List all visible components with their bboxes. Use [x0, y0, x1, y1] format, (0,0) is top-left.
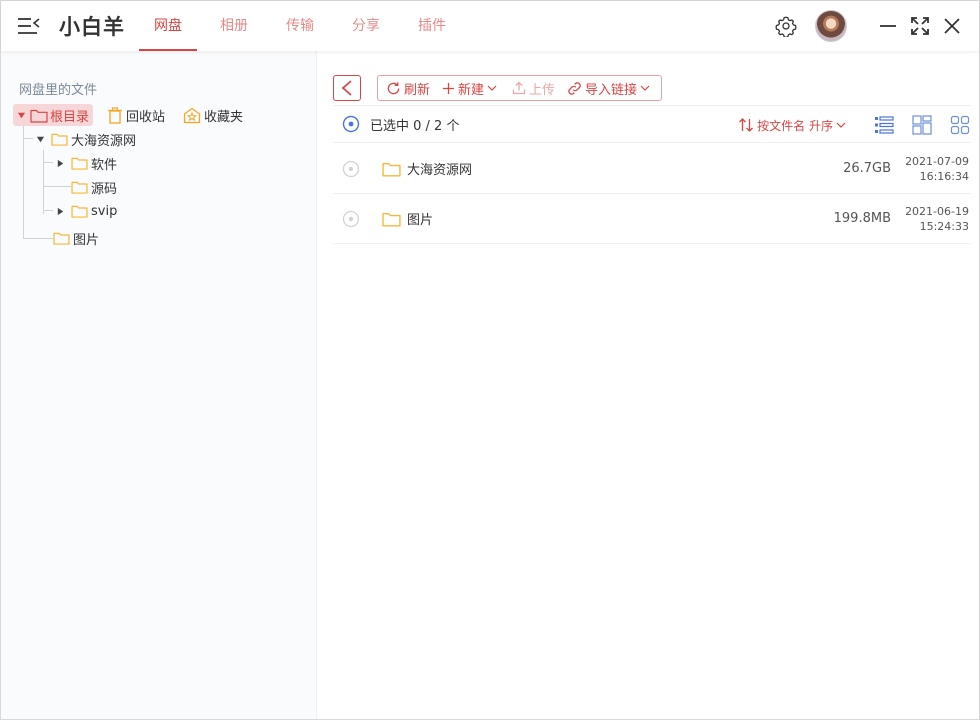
caret-right-icon[interactable]: [55, 206, 65, 216]
main-tabs: 网盘 相册 传输 分享 插件: [139, 1, 469, 51]
tree-node-label: 图片: [73, 232, 100, 248]
sort-label: 按文件名 升序: [757, 118, 833, 133]
plus-icon: [442, 82, 455, 94]
table-row[interactable]: 图片 199.8MB 2021-06-19 15:24:33: [333, 194, 971, 244]
tab-album[interactable]: 相册: [205, 1, 263, 51]
file-modified: 2021-07-09 16:16:34: [905, 154, 969, 184]
gear-icon[interactable]: [773, 13, 799, 39]
chevron-down-icon: [836, 122, 846, 128]
upload-icon: [512, 81, 526, 95]
tree-guide-line: [43, 162, 53, 163]
refresh-button[interactable]: 刷新: [382, 79, 434, 98]
chevron-down-icon: [487, 85, 497, 91]
file-time: 16:16:34: [919, 169, 969, 183]
link-icon: [568, 81, 581, 95]
tab-transfer[interactable]: 传输: [271, 1, 329, 51]
action-group: 刷新 新建 上传 导入链接: [377, 75, 663, 101]
caret-down-icon[interactable]: [35, 134, 45, 144]
back-button[interactable]: [333, 75, 361, 101]
file-panel: 刷新 新建 上传 导入链接 已选中 0 / 2 个 按文件名 升序 大海资源网 …: [318, 51, 979, 719]
chevron-left-icon: [341, 80, 352, 96]
selection-count: 已选中 0 / 2 个: [370, 118, 460, 134]
refresh-icon: [387, 81, 400, 94]
window-controls: [767, 9, 965, 43]
tree-node-pictures[interactable]: 图片: [53, 227, 99, 249]
new-button[interactable]: 新建: [438, 79, 504, 98]
file-size: 26.7GB: [843, 161, 891, 176]
file-size: 199.8MB: [833, 211, 891, 226]
folder-tree: 大海资源网 软件 源码 svip 图片: [1, 51, 317, 351]
view-switcher: [857, 106, 971, 144]
table-row[interactable]: 大海资源网 26.7GB 2021-07-09 16:16:34: [333, 144, 971, 194]
tree-guide-line: [43, 210, 53, 211]
tree-guide-line: [43, 150, 44, 214]
tab-plugins[interactable]: 插件: [403, 1, 461, 51]
app-title: 小白羊: [59, 15, 125, 39]
tree-guide-line: [23, 238, 53, 239]
minimize-icon[interactable]: [875, 13, 901, 39]
tree-guide-line: [23, 138, 33, 139]
tree-node-label: 源码: [91, 181, 118, 197]
chevron-down-icon: [640, 85, 650, 91]
tree-node-source[interactable]: 源码: [71, 176, 117, 198]
file-list: 大海资源网 26.7GB 2021-07-09 16:16:34 图片 199.…: [333, 144, 971, 244]
close-icon[interactable]: [939, 13, 965, 39]
file-name: 图片: [407, 213, 434, 228]
maximize-icon[interactable]: [907, 13, 933, 39]
file-date: 2021-07-09: [905, 154, 969, 168]
row-select-radio[interactable]: [342, 160, 360, 178]
tree-node-svip[interactable]: svip: [55, 200, 117, 222]
list-header: 已选中 0 / 2 个 按文件名 升序: [333, 105, 971, 143]
collapse-menu-icon[interactable]: [17, 15, 41, 37]
sort-icon: [739, 118, 754, 132]
row-select-radio[interactable]: [342, 210, 360, 228]
refresh-label: 刷新: [404, 82, 431, 98]
toolbar: 刷新 新建 上传 导入链接: [333, 75, 663, 101]
title-bar: 小白羊 网盘 相册 传输 分享 插件: [1, 1, 979, 51]
import-link-button[interactable]: 导入链接: [563, 79, 657, 98]
app-window: 小白羊 网盘 相册 传输 分享 插件 网盘里的文件 根目录 回收站 收藏夹 大海…: [0, 0, 980, 720]
folder-icon: [382, 212, 401, 227]
folder-icon: [71, 157, 88, 170]
folder-icon: [382, 162, 401, 177]
folder-icon: [71, 181, 88, 194]
tree-node-dahai[interactable]: 大海资源网: [35, 128, 136, 150]
file-name: 大海资源网: [407, 163, 473, 178]
upload-button[interactable]: 上传: [508, 79, 559, 98]
select-all-radio[interactable]: [342, 115, 360, 133]
folder-icon: [71, 205, 88, 218]
tree-node-label: svip: [91, 203, 118, 219]
upload-label: 上传: [529, 82, 556, 98]
folder-icon: [53, 232, 70, 245]
tree-node-label: 大海资源网: [71, 133, 137, 149]
tree-guide-line: [43, 186, 71, 187]
tab-share[interactable]: 分享: [337, 1, 395, 51]
file-modified: 2021-06-19 15:24:33: [905, 204, 969, 234]
folder-icon: [51, 133, 68, 146]
caret-right-icon[interactable]: [55, 158, 65, 168]
sort-button[interactable]: 按文件名 升序: [738, 106, 849, 144]
tab-drive[interactable]: 网盘: [139, 1, 197, 51]
file-date: 2021-06-19: [905, 204, 969, 218]
tree-node-label: 软件: [91, 157, 118, 173]
tree-node-software[interactable]: 软件: [55, 152, 117, 174]
import-link-label: 导入链接: [585, 82, 638, 98]
avatar[interactable]: [815, 10, 847, 42]
file-time: 15:24:33: [919, 219, 969, 233]
list-view-icon[interactable]: [873, 114, 895, 136]
sidebar: 网盘里的文件 根目录 回收站 收藏夹 大海资源网 软件 源码 svip 图片: [1, 51, 317, 719]
card-view-icon[interactable]: [911, 114, 933, 136]
tree-guide-line: [23, 126, 24, 238]
grid-view-icon[interactable]: [949, 114, 971, 136]
new-label: 新建: [458, 82, 485, 98]
